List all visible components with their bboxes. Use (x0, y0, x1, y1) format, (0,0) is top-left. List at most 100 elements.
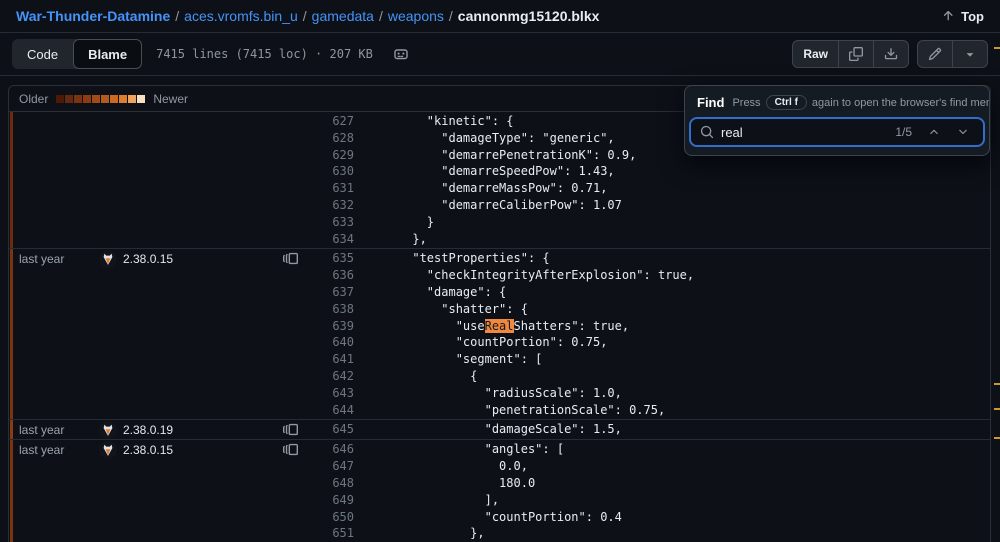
find-hint: again to open the browser's find menu (812, 97, 989, 109)
breadcrumb-link[interactable]: weapons (388, 8, 444, 24)
commit-message-link[interactable]: 2.38.0.19 (123, 423, 283, 437)
versions-icon (283, 251, 298, 266)
line-number[interactable]: 643 (314, 385, 354, 402)
line-number[interactable]: 648 (314, 475, 354, 492)
find-query-text[interactable]: real (721, 125, 888, 140)
code-text: }, (354, 231, 427, 248)
line-number[interactable]: 632 (314, 197, 354, 214)
line-number[interactable]: 630 (314, 163, 354, 180)
avatar[interactable] (99, 250, 117, 268)
code-text: "demarreCaliberPow": 1.07 (354, 197, 622, 214)
code-line: 635 "testProperties": { (314, 250, 990, 267)
blame-commit-row: last year2.38.0.15 (9, 441, 314, 458)
robot-icon (393, 46, 409, 62)
code-indent (369, 476, 499, 490)
search-icon (700, 125, 714, 139)
code-indent (369, 302, 441, 316)
commit-message-link[interactable]: 2.38.0.15 (123, 443, 283, 457)
line-number[interactable]: 642 (314, 368, 354, 385)
breadcrumb-separator: / (379, 8, 383, 24)
download-raw-button[interactable] (874, 41, 908, 67)
code-segment: "use (456, 319, 485, 333)
code-indent (369, 268, 427, 282)
file-meta: 7415 lines (7415 loc) · 207 KB (156, 47, 373, 61)
chevron-up-icon (928, 126, 940, 138)
line-number[interactable]: 633 (314, 214, 354, 231)
line-number[interactable]: 645 (314, 421, 354, 438)
back-to-top-link[interactable]: Top (941, 9, 984, 24)
line-number[interactable]: 635 (314, 250, 354, 267)
line-number[interactable]: 641 (314, 351, 354, 368)
code-indent (369, 386, 485, 400)
copy-raw-button[interactable] (839, 41, 874, 67)
line-number[interactable]: 636 (314, 267, 354, 284)
chevron-down-icon (957, 126, 969, 138)
raw-button[interactable]: Raw (793, 41, 839, 67)
code-text: } (354, 214, 434, 231)
copy-icon (849, 47, 863, 61)
line-number[interactable]: 640 (314, 334, 354, 351)
code-line: 641 "segment": [ (314, 351, 990, 368)
code-line: 630 "demarreSpeedPow": 1.43, (314, 163, 990, 180)
view-blame-prior-button[interactable] (283, 442, 298, 457)
line-number[interactable]: 646 (314, 441, 354, 458)
tab-code[interactable]: Code (12, 39, 73, 69)
download-icon (884, 47, 898, 61)
view-blame-prior-button[interactable] (283, 251, 298, 266)
raw-button-group: Raw (792, 40, 909, 68)
versions-icon (283, 442, 298, 457)
line-number[interactable]: 651 (314, 525, 354, 542)
tab-blame[interactable]: Blame (73, 39, 142, 69)
line-number[interactable]: 650 (314, 509, 354, 526)
code-segment: "demarreSpeedPow": 1.43, (441, 164, 614, 178)
line-number[interactable]: 628 (314, 130, 354, 147)
avatar[interactable] (99, 421, 117, 439)
code-indent (369, 510, 485, 524)
blame-hunk: last year2.38.0.15646 "angles": [647 0.0… (9, 439, 990, 542)
blame-gutter: last year2.38.0.19 (9, 421, 314, 438)
line-number[interactable]: 647 (314, 458, 354, 475)
code-text: "checkIntegrityAfterExplosion": true, (354, 267, 694, 284)
find-next-button[interactable] (952, 126, 974, 138)
find-previous-button[interactable] (923, 126, 945, 138)
breadcrumb-link[interactable]: aces.vromfs.bin_u (184, 8, 298, 24)
code-text: "damageScale": 1.5, (354, 421, 622, 438)
line-number[interactable]: 631 (314, 180, 354, 197)
code-blame-switcher: CodeBlame (12, 39, 142, 69)
code-text: 180.0 (354, 475, 535, 492)
line-number[interactable]: 634 (314, 231, 354, 248)
code-line: 639 "useRealShatters": true, (314, 318, 990, 335)
code-line: 631 "demarreMassPow": 0.71, (314, 180, 990, 197)
breadcrumb-separator: / (303, 8, 307, 24)
line-number[interactable]: 627 (314, 113, 354, 130)
find-panel: Find Press Ctrl f again to open the brow… (684, 85, 990, 156)
code-segment: "demarrePenetrationK": 0.9, (441, 148, 636, 162)
code-segment: "angles": [ (485, 442, 564, 456)
find-input[interactable]: real 1/5 (689, 117, 985, 147)
code-line: 640 "countPortion": 0.75, (314, 334, 990, 351)
code-text: "demarreSpeedPow": 1.43, (354, 163, 615, 180)
blame-gutter: last year2.38.0.15 (9, 441, 314, 542)
code-indent (369, 442, 485, 456)
breadcrumb-link[interactable]: gamedata (312, 8, 374, 24)
code-text: "angles": [ (354, 441, 564, 458)
commit-message-link[interactable]: 2.38.0.15 (123, 252, 283, 266)
breadcrumb-repo-link[interactable]: War-Thunder-Datamine (16, 8, 170, 24)
avatar[interactable] (99, 441, 117, 459)
line-number[interactable]: 629 (314, 147, 354, 164)
line-number[interactable]: 644 (314, 402, 354, 419)
line-number[interactable]: 637 (314, 284, 354, 301)
code-segment: }, (470, 526, 484, 540)
legend-older-label: Older (19, 92, 48, 106)
code-indent (369, 319, 456, 333)
commit-age-heat-bar (10, 249, 13, 419)
edit-dropdown-button[interactable] (953, 41, 987, 67)
view-blame-prior-button[interactable] (283, 422, 298, 437)
line-number[interactable]: 638 (314, 301, 354, 318)
code-segment: "segment": [ (456, 352, 543, 366)
blame-hunks: 627 "kinetic": {628 "damageType": "gener… (9, 112, 990, 542)
code-line: 634 }, (314, 231, 990, 248)
edit-file-button[interactable] (918, 41, 953, 67)
line-number[interactable]: 639 (314, 318, 354, 335)
line-number[interactable]: 649 (314, 492, 354, 509)
